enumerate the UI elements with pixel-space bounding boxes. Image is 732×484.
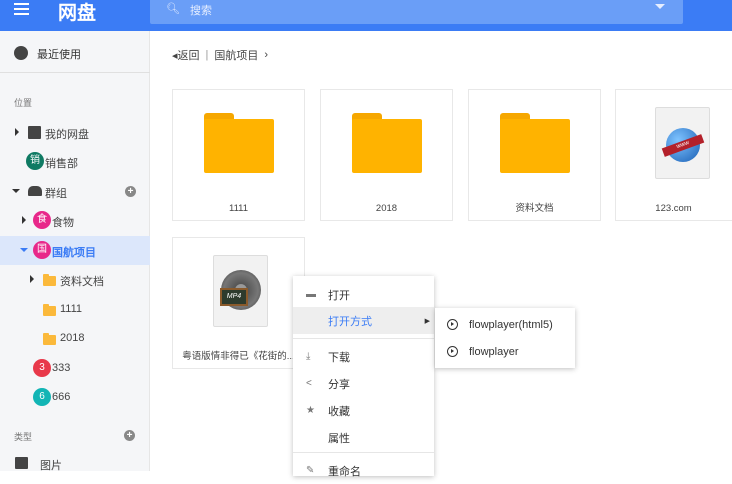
file-card[interactable]: www 123.com bbox=[615, 89, 732, 221]
file-card[interactable]: MP4 粤语版情非得已《花街的... bbox=[172, 237, 305, 369]
submenu-item-flowplayer-html5[interactable]: flowplayer(html5) bbox=[435, 311, 575, 338]
share-icon: < bbox=[306, 378, 312, 389]
folder-icon bbox=[43, 333, 56, 345]
account-icon bbox=[28, 126, 41, 139]
file-name: 粤语版情非得已《花街的... bbox=[182, 351, 295, 362]
menu-item-properties[interactable]: 属性 bbox=[293, 424, 434, 451]
group-avatar: 6 bbox=[33, 388, 51, 406]
clock-icon bbox=[14, 46, 28, 60]
sidebar-item-label: 333 bbox=[52, 362, 71, 374]
expand-icon[interactable] bbox=[22, 216, 26, 224]
group-avatar: 3 bbox=[33, 359, 51, 377]
play-circle-icon bbox=[447, 346, 458, 357]
submenu-item-flowplayer[interactable]: flowplayer bbox=[435, 338, 575, 365]
menu-item-open-with[interactable]: 打开方式 ▶ bbox=[293, 307, 434, 334]
context-menu: ▬ 打开 打开方式 ▶ ⤓ 下载 < 分享 ★ 收藏 属性 ✎ 重命名 bbox=[293, 276, 434, 478]
folder-icon bbox=[43, 274, 56, 286]
menu-divider bbox=[293, 338, 434, 339]
sidebar-item-label: 国航项目 bbox=[52, 247, 96, 259]
sidebar-item-food[interactable]: 食 食物 bbox=[0, 206, 150, 235]
submenu-arrow-icon: ▶ bbox=[424, 317, 430, 325]
sidebar-item-sales[interactable]: 销 销售部 bbox=[0, 147, 150, 176]
menu-icon[interactable] bbox=[14, 3, 29, 15]
file-name: 1111 bbox=[228, 203, 249, 214]
sidebar-item-folder[interactable]: 资料文档 bbox=[0, 265, 150, 294]
file-name: 2018 bbox=[375, 203, 398, 214]
sidebar-item-project[interactable]: 国 国航项目 bbox=[0, 236, 150, 265]
sidebar-item-label: 食物 bbox=[52, 217, 74, 229]
download-icon: ⤓ bbox=[306, 351, 311, 362]
star-icon: ★ bbox=[306, 405, 315, 416]
sidebar: 最近使用 位置 我的网盘 销 销售部 群组 + 食 食物 国 国航项目 资料文档… bbox=[0, 31, 150, 472]
group-avatar: 销 bbox=[26, 152, 44, 170]
file-card[interactable]: 资料文档 bbox=[468, 89, 601, 221]
search-placeholder: 搜索 bbox=[190, 5, 212, 17]
top-bar: 网盘 🔍︎ 搜索 bbox=[0, 0, 732, 31]
sidebar-item-label: 666 bbox=[52, 391, 71, 403]
sidebar-item-label: 销售部 bbox=[45, 158, 78, 170]
collapse-icon[interactable] bbox=[12, 189, 20, 193]
web-file-icon: www bbox=[655, 107, 710, 179]
section-type: 类型 bbox=[14, 432, 33, 442]
group-avatar: 国 bbox=[33, 241, 51, 259]
breadcrumb-current[interactable]: 国航项目 bbox=[214, 47, 258, 63]
back-link[interactable]: ◂返回 bbox=[172, 47, 200, 63]
menu-item-share[interactable]: < 分享 bbox=[293, 370, 434, 397]
search-icon: 🔍︎ bbox=[166, 3, 180, 15]
sidebar-item-label: 2018 bbox=[60, 332, 85, 344]
sidebar-item-folder[interactable]: 1111 bbox=[0, 295, 150, 324]
file-name: 资料文档 bbox=[515, 203, 554, 214]
folder-icon bbox=[204, 113, 274, 173]
folder-icon: ▬ bbox=[306, 289, 316, 300]
file-card[interactable]: 1111 bbox=[172, 89, 305, 221]
open-with-submenu: flowplayer(html5) flowplayer bbox=[435, 308, 575, 368]
image-icon bbox=[15, 457, 28, 469]
menu-divider bbox=[293, 452, 434, 453]
sidebar-item-label: 1111 bbox=[60, 303, 83, 315]
expand-icon[interactable] bbox=[15, 128, 19, 136]
collapse-icon[interactable] bbox=[20, 248, 28, 252]
app-title: 网盘 bbox=[58, 3, 97, 24]
people-icon bbox=[28, 186, 42, 196]
group-avatar: 食 bbox=[33, 211, 51, 229]
play-circle-icon bbox=[447, 319, 458, 330]
expand-icon[interactable] bbox=[30, 275, 34, 283]
add-group-icon[interactable]: + bbox=[125, 186, 136, 197]
video-file-icon: MP4 bbox=[213, 255, 268, 327]
sidebar-item-label: 最近使用 bbox=[37, 49, 81, 61]
file-card[interactable]: 2018 bbox=[320, 89, 453, 221]
add-type-icon[interactable]: + bbox=[124, 430, 135, 441]
sidebar-item-666[interactable]: 6 666 bbox=[0, 383, 150, 412]
sidebar-item-label: 我的网盘 bbox=[45, 129, 89, 141]
folder-icon bbox=[352, 113, 422, 173]
sidebar-item-groups[interactable]: 群组 + bbox=[0, 177, 150, 206]
menu-item-download[interactable]: ⤓ 下载 bbox=[293, 343, 434, 370]
breadcrumb: ◂返回 | 国航项目 › bbox=[172, 47, 268, 63]
sidebar-item-images[interactable]: 图片 bbox=[0, 449, 150, 478]
sidebar-item-label: 资料文档 bbox=[60, 276, 104, 288]
search-input[interactable]: 🔍︎ 搜索 bbox=[150, 0, 683, 24]
sidebar-item-my-drive[interactable]: 我的网盘 bbox=[0, 118, 150, 147]
menu-item-open[interactable]: ▬ 打开 bbox=[293, 281, 434, 308]
chevron-right-icon: › bbox=[264, 49, 269, 61]
sidebar-item-folder[interactable]: 2018 bbox=[0, 324, 150, 353]
file-name: 123.com bbox=[655, 203, 692, 214]
back-label: 返回 bbox=[177, 50, 200, 62]
sidebar-item-333[interactable]: 3 333 bbox=[0, 354, 150, 383]
sidebar-item-label: 群组 bbox=[45, 188, 67, 200]
folder-icon bbox=[500, 113, 570, 173]
breadcrumb-separator: | bbox=[205, 49, 209, 61]
folder-icon bbox=[43, 304, 56, 316]
sidebar-item-recent[interactable]: 最近使用 bbox=[0, 31, 150, 73]
menu-item-favorite[interactable]: ★ 收藏 bbox=[293, 397, 434, 424]
section-location: 位置 bbox=[14, 98, 33, 108]
search-dropdown-icon[interactable] bbox=[655, 4, 665, 9]
